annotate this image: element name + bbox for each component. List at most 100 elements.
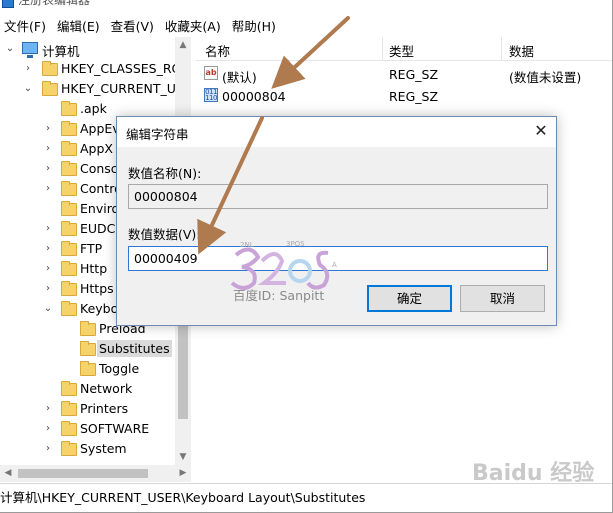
folder-icon xyxy=(61,401,77,416)
string-value-icon: ab xyxy=(204,66,218,80)
folder-icon xyxy=(42,61,58,76)
column-divider[interactable] xyxy=(382,37,383,61)
folder-icon xyxy=(61,141,77,156)
status-path: 计算机\HKEY_CURRENT_USER\Keyboard Layout\Su… xyxy=(0,490,366,505)
folder-icon xyxy=(61,281,77,296)
tree-item-label: Enviro xyxy=(80,201,120,216)
tree-horizontal-scrollbar[interactable]: ◀ ▶ xyxy=(0,465,191,482)
chevron-right-icon[interactable]: › xyxy=(43,119,53,139)
value-data: (数值未设置) xyxy=(509,70,582,85)
scroll-down-icon[interactable]: ▼ xyxy=(175,449,191,465)
menu-file[interactable]: 文件(F) xyxy=(0,16,53,35)
folder-icon xyxy=(61,301,77,316)
menu-favorites[interactable]: 收藏夹(A) xyxy=(161,16,228,35)
column-header-data[interactable]: 数据 xyxy=(509,41,534,60)
tree-item-label: Toggle xyxy=(99,361,140,376)
chevron-right-icon[interactable]: › xyxy=(43,219,53,239)
tree-item-software[interactable]: › SOFTWARE xyxy=(0,419,175,439)
computer-icon xyxy=(22,42,38,58)
cancel-button[interactable]: 取消 xyxy=(460,285,545,312)
tree-item-label: AppEv xyxy=(80,121,120,136)
menu-bar: 文件(F) 编辑(E) 查看(V) 收藏夹(A) 帮助(H) xyxy=(0,14,613,36)
folder-icon xyxy=(61,241,77,256)
close-icon[interactable]: ✕ xyxy=(526,117,556,145)
folder-icon xyxy=(61,161,77,176)
tree-item-label: SOFTWARE xyxy=(80,421,150,436)
tree-item-label: Printers xyxy=(80,401,129,416)
value-name-field[interactable]: 00000804 xyxy=(128,184,548,209)
scroll-left-icon[interactable]: ◀ xyxy=(0,465,16,482)
folder-icon xyxy=(61,421,77,436)
value-data-input[interactable]: 00000409 xyxy=(128,246,548,271)
chevron-right-icon[interactable]: › xyxy=(43,179,53,199)
tree-item-label: Substitutes xyxy=(97,340,172,357)
regedit-icon xyxy=(2,0,14,8)
list-row-00000804[interactable]: 011 110 00000804 REG_SZ xyxy=(196,85,612,107)
folder-icon xyxy=(61,441,77,456)
chevron-right-icon[interactable]: › xyxy=(43,279,53,299)
dialog-body: 数值名称(N): 00000804 数值数据(V): 00000409 确定 取… xyxy=(117,147,556,325)
watermark-text: 百度ID: Sanpitt xyxy=(233,288,325,303)
binary-value-icon: 011 110 xyxy=(204,88,218,102)
tree-item-network[interactable]: Network xyxy=(0,379,175,399)
scroll-right-icon[interactable]: ▶ xyxy=(175,465,191,482)
menu-view[interactable]: 查看(V) xyxy=(107,16,161,35)
folder-icon xyxy=(80,341,96,356)
folder-icon xyxy=(61,261,77,276)
tree-item-substitutes[interactable]: Substitutes xyxy=(0,339,175,359)
window-title: 注册表编辑器 xyxy=(18,0,91,7)
tree-item-label: HKEY_CLASSES_ROO xyxy=(61,61,191,76)
value-name: 00000804 xyxy=(222,89,286,104)
chevron-down-icon[interactable]: ⌄ xyxy=(5,39,15,59)
chevron-right-icon[interactable]: › xyxy=(43,139,53,159)
list-row-default[interactable]: ab (默认) REG_SZ (数值未设置) xyxy=(196,63,612,85)
chevron-right-icon[interactable]: › xyxy=(23,59,33,79)
chevron-right-icon[interactable]: › xyxy=(43,239,53,259)
baidu-watermark: Baidu 经验 xyxy=(472,461,595,486)
tree-item-label: Network xyxy=(80,381,133,396)
chevron-right-icon[interactable]: › xyxy=(43,439,53,459)
column-header-type[interactable]: 类型 xyxy=(389,41,414,60)
folder-icon xyxy=(61,381,77,396)
value-data-label: 数值数据(V): xyxy=(128,227,201,242)
chevron-right-icon[interactable]: › xyxy=(43,159,53,179)
menu-help[interactable]: 帮助(H) xyxy=(228,16,283,35)
chevron-down-icon[interactable]: ⌄ xyxy=(43,299,53,319)
tree-item-label: AppX xyxy=(80,141,113,156)
tree-item-label: .apk xyxy=(80,101,107,116)
tree-item-label: Http xyxy=(80,261,108,276)
folder-icon xyxy=(61,121,77,136)
tree-item-label: HKEY_CURRENT_US xyxy=(61,81,184,96)
folder-icon xyxy=(61,101,77,116)
chevron-right-icon[interactable]: › xyxy=(43,259,53,279)
folder-icon xyxy=(80,321,96,336)
column-header-name[interactable]: 名称 xyxy=(205,41,230,60)
status-bar: 计算机\HKEY_CURRENT_USER\Keyboard Layout\Su… xyxy=(0,483,612,505)
tree-item-hkcu[interactable]: ⌄ HKEY_CURRENT_US xyxy=(0,79,184,99)
folder-icon xyxy=(61,221,77,236)
value-name-label: 数值名称(N): xyxy=(128,166,202,181)
chevron-down-icon[interactable]: ⌄ xyxy=(23,79,33,99)
scroll-thumb[interactable] xyxy=(18,469,148,478)
tree-item-computer[interactable]: ⌄ 计算机 xyxy=(0,39,175,59)
chevron-right-icon[interactable]: › xyxy=(43,399,53,419)
tree-item-label: Keybo xyxy=(80,301,119,316)
value-type: REG_SZ xyxy=(389,89,439,104)
tree-item-label: 计算机 xyxy=(42,44,80,59)
edit-string-dialog: 编辑字符串 ✕ 数值名称(N): 00000804 数值数据(V): 00000… xyxy=(116,116,557,326)
list-header: 名称 类型 数据 xyxy=(196,37,612,61)
tree-item-system[interactable]: › System xyxy=(0,439,175,459)
chevron-right-icon[interactable]: › xyxy=(43,419,53,439)
folder-icon xyxy=(80,361,96,376)
title-bar: 注册表编辑器 xyxy=(0,0,613,12)
value-name: (默认) xyxy=(222,70,257,85)
column-divider[interactable] xyxy=(501,37,502,61)
scroll-up-icon[interactable]: ▲ xyxy=(175,37,191,53)
ok-button[interactable]: 确定 xyxy=(367,285,452,312)
tree-item-toggle[interactable]: Toggle xyxy=(0,359,175,379)
menu-edit[interactable]: 编辑(E) xyxy=(53,16,107,35)
tree-item-printers[interactable]: › Printers xyxy=(0,399,175,419)
tree-item-label: Https xyxy=(80,281,114,296)
tree-item-hkcr[interactable]: › HKEY_CLASSES_ROO xyxy=(0,59,190,79)
dialog-title: 编辑字符串 xyxy=(126,127,189,142)
